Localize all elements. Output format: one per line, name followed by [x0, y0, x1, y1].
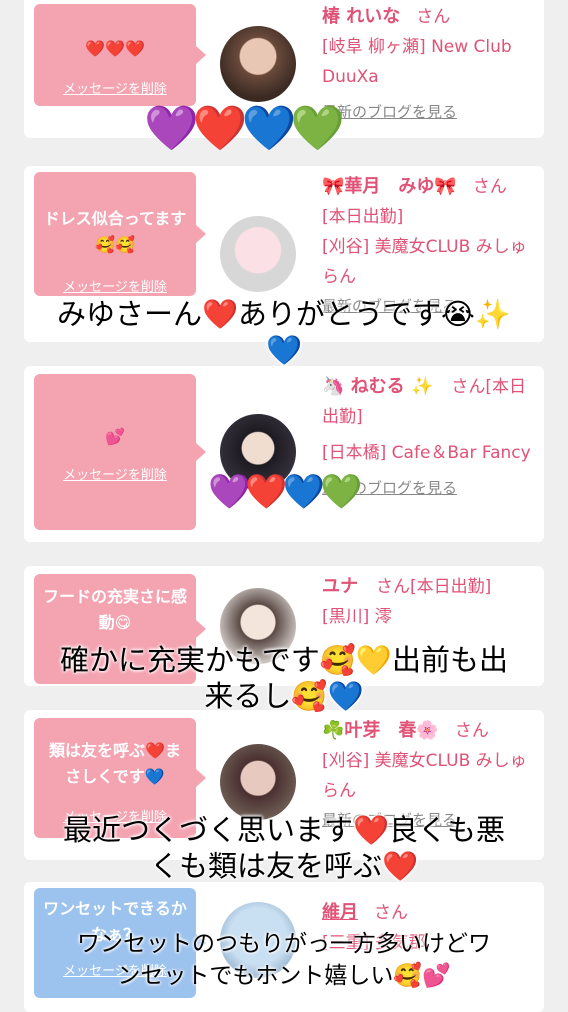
caption-4: ワンセットのつもりがっ一方多いけどワ ンセットでもホント嬉しい🥰💕 [0, 928, 568, 992]
avatar[interactable] [220, 26, 296, 102]
message-bubble: ドレス似合ってます🥰🥰 メッセージを削除 [34, 172, 206, 296]
honorific: さん [472, 177, 507, 197]
honorific: さん [454, 721, 489, 741]
cast-info: 椿 れいな さん [岐阜 柳ヶ瀬] New Club DuuXa 最新のブログを… [322, 2, 540, 126]
hearts-sticker-mid: 💜❤️💙💚 [208, 472, 362, 512]
shop-name[interactable]: [日本橋] Cafe＆Bar Fancy [322, 438, 540, 468]
avatar[interactable] [220, 216, 296, 292]
avatar[interactable] [220, 744, 296, 820]
caption-1-line-2: 💙 [265, 333, 303, 367]
caption-4-line-2: ンセットでもホント嬉しい🥰💕 [117, 963, 451, 989]
delete-message-link[interactable]: メッセージを削除 [34, 276, 196, 295]
caption-3-line-2: くも類は友を呼ぶ❤️ [149, 849, 419, 883]
message-text: フードの充実さに感動😋 [42, 587, 187, 632]
honorific: さん [374, 903, 409, 923]
message-text: ドレス似合ってます🥰🥰 [43, 209, 187, 254]
caption-3: 最近つくづく思います❤️良くも悪 くも類は友を呼ぶ❤️ [0, 812, 568, 884]
caption-2-line-1: 確かに充実かもです🥰💛出前も出 [59, 643, 509, 677]
cast-name-text[interactable]: 🦄 ねむる ✨ [322, 376, 433, 397]
cast-info: ユナ さん[本日出勤] [黒川] 澪 [322, 572, 540, 632]
shop-name[interactable]: [刈谷] 美魔女CLUB みしゅらん [322, 232, 540, 292]
message-bubble: ❤️❤️❤️ メッセージを削除 [34, 4, 206, 106]
caption-2: 確かに充実かもです🥰💛出前も出 来るし🥰💙 [0, 642, 568, 714]
shop-name[interactable]: [岐阜 柳ヶ瀬] New Club DuuXa [322, 32, 540, 92]
caption-3-line-1: 最近つくづく思います❤️良くも悪 [62, 813, 506, 847]
cast-name[interactable]: 椿 れいな [322, 6, 400, 27]
cast-name-text[interactable]: ユナ [322, 576, 358, 597]
caption-1-line-1: みゆさーん❤️ありがとうです😭✨ [56, 297, 512, 331]
blog-link[interactable]: 最新のブログを見る [322, 98, 540, 126]
message-text: 類は友を呼ぶ❤️まさしくです💙 [49, 741, 181, 786]
message-card-3: 💕 メッセージを削除 🦄 ねむる ✨ さん[本日出勤] [日本橋] Cafe＆B… [24, 366, 544, 542]
delete-message-link[interactable]: メッセージを削除 [34, 78, 196, 97]
message-bubble: 💕 メッセージを削除 [34, 374, 206, 530]
delete-message-link[interactable]: メッセージを削除 [34, 464, 196, 483]
cast-name[interactable]: 🎀華月 みゆ🎀 [322, 176, 457, 197]
message-text: 💕 [105, 427, 125, 446]
caption-4-line-1: ワンセットのつもりがっ一方多いけどワ [77, 931, 491, 957]
hearts-sticker-top: 💜❤️💙💚 [144, 103, 345, 154]
cast-name[interactable]: 維月 [322, 902, 358, 923]
honorific: さん [416, 7, 451, 27]
caption-2-line-2: 来るし🥰💙 [204, 679, 364, 713]
honorific: さん[本日出勤] [376, 577, 492, 597]
cast-name[interactable]: 🦄 ねむる ✨ さん[本日出勤] [322, 372, 540, 432]
cast-name[interactable]: ☘️叶芽 春🌸 [322, 720, 439, 741]
cast-name[interactable]: ユナ さん[本日出勤] [322, 572, 540, 602]
shop-name[interactable]: [刈谷] 美魔女CLUB みしゅらん [322, 746, 540, 806]
attendance-status: [本日出勤] [322, 207, 404, 227]
caption-1: みゆさーん❤️ありがとうです😭✨ 💙 [0, 296, 568, 368]
message-text: ❤️❤️❤️ [85, 39, 145, 58]
shop-name[interactable]: [黒川] 澪 [322, 602, 540, 632]
